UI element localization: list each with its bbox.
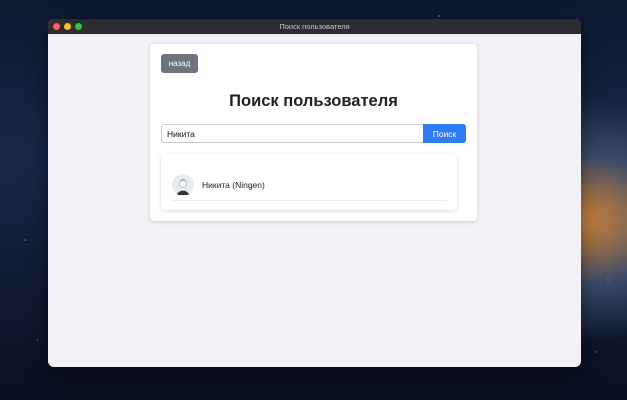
zoom-window-button[interactable] [75,23,82,30]
result-item[interactable]: Никита (Ningen) [172,169,447,201]
window-titlebar[interactable]: Поиск пользователя [48,19,581,34]
close-window-button[interactable] [53,23,60,30]
user-avatar-icon [172,173,194,196]
search-results: Никита (Ningen) [161,154,457,210]
app-window: Поиск пользователя назад Поиск пользоват… [48,19,581,367]
page-title: Поиск пользователя [229,92,398,110]
minimize-window-button[interactable] [64,23,71,30]
search-card: назад Поиск пользователя Поиск Никита (N… [150,44,477,221]
back-button[interactable]: назад [161,54,198,73]
search-button[interactable]: Поиск [423,124,466,143]
result-name: Никита (Ningen) [202,179,265,190]
window-title: Поиск пользователя [279,22,350,31]
window-controls [53,23,82,30]
search-bar: Поиск [161,124,466,143]
search-input[interactable] [161,124,423,143]
